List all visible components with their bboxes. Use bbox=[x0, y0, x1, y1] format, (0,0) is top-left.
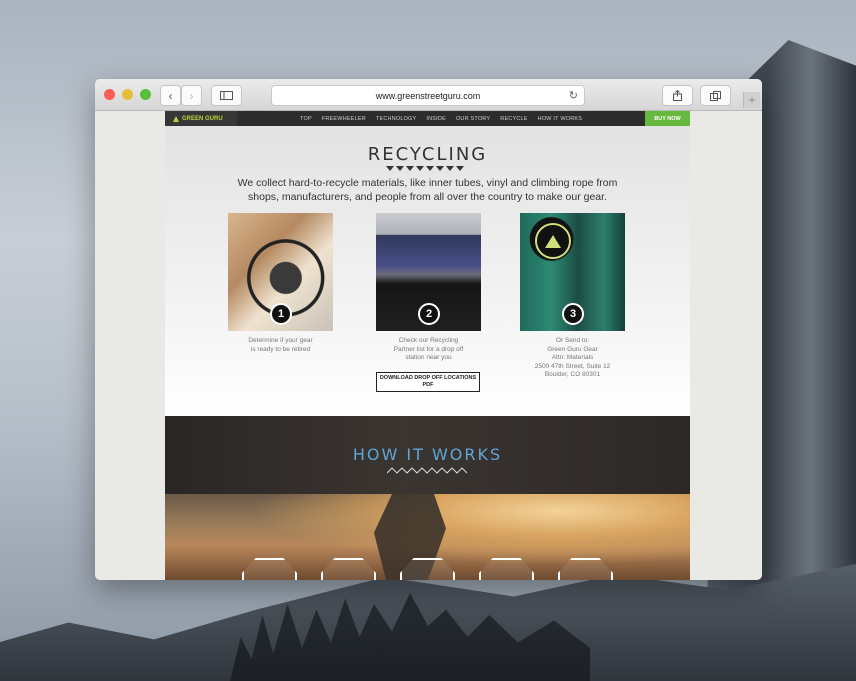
zigzag-divider-icon bbox=[387, 467, 468, 474]
sidebar-toggle-button[interactable] bbox=[211, 85, 242, 106]
step-text-line: Partner list for a drop off bbox=[393, 345, 464, 353]
nav-link-technology[interactable]: TECHNOLOGY bbox=[376, 116, 417, 122]
step-description: Determine if your gear is ready to be re… bbox=[228, 337, 333, 354]
chevron-right-icon: › bbox=[189, 88, 194, 103]
step-text-line: Or Send to: bbox=[555, 337, 590, 344]
hexagon-icon bbox=[242, 558, 297, 580]
how-it-works-section: HOW IT WORKS bbox=[165, 416, 690, 580]
triangle-icon bbox=[406, 166, 414, 171]
sidebar-icon bbox=[220, 91, 233, 100]
triangle-icon bbox=[436, 166, 444, 171]
tabs-overview-button[interactable] bbox=[700, 85, 731, 106]
new-tab-button[interactable]: + bbox=[743, 92, 760, 108]
tabs-icon bbox=[710, 90, 721, 101]
back-button[interactable]: ‹ bbox=[160, 85, 181, 106]
step-text-line: 2500 47th Street, Suite 12 bbox=[534, 362, 611, 370]
hexagon-icon bbox=[400, 558, 455, 580]
intro-line: shops, manufacturers, and people from al… bbox=[248, 190, 607, 203]
logo-triangle-icon bbox=[173, 115, 179, 122]
triangle-icon bbox=[416, 166, 424, 171]
address-bar[interactable]: www.greenstreetguru.com ↻ bbox=[271, 85, 585, 106]
nav-link-inside[interactable]: INSIDE bbox=[426, 116, 446, 122]
buy-now-button[interactable]: BUY NOW bbox=[645, 111, 690, 126]
nav-link-freewheeler[interactable]: FREEWHEELER bbox=[322, 116, 366, 122]
minimize-window-button[interactable] bbox=[122, 89, 133, 100]
nav-link-top[interactable]: TOP bbox=[300, 116, 312, 122]
step-text-line: Determine if your gear bbox=[248, 337, 313, 344]
step-number-badge: 3 bbox=[562, 303, 584, 325]
triangle-icon bbox=[386, 166, 394, 171]
storefront-photo: 3 bbox=[520, 213, 625, 331]
plus-icon: + bbox=[748, 93, 756, 107]
page-viewport: GREEN GURU TOP FREEWHEELER TECHNOLOGY IN… bbox=[165, 111, 690, 580]
how-it-works-header: HOW IT WORKS bbox=[165, 416, 690, 494]
forward-button[interactable]: › bbox=[181, 85, 202, 106]
step-text-line: is ready to be retired bbox=[250, 345, 311, 353]
green-guru-logo-icon bbox=[535, 223, 571, 259]
step-number-badge: 2 bbox=[418, 303, 440, 325]
triangle-icon bbox=[446, 166, 454, 171]
share-icon bbox=[673, 90, 682, 101]
step-text-line: station near you bbox=[405, 354, 452, 362]
zoom-window-button[interactable] bbox=[140, 89, 151, 100]
how-it-works-title: HOW IT WORKS bbox=[352, 445, 503, 464]
recycling-intro: We collect hard-to-recycle materials, li… bbox=[225, 177, 630, 204]
site-nav: GREEN GURU TOP FREEWHEELER TECHNOLOGY IN… bbox=[165, 111, 690, 126]
step-number-badge: 1 bbox=[270, 303, 292, 325]
step-card-2: 2 Check our Recycling Partner list for a… bbox=[376, 213, 486, 392]
intro-line: We collect hard-to-recycle materials, li… bbox=[237, 177, 618, 189]
triangle-icon bbox=[456, 166, 464, 171]
nav-link-recycle[interactable]: RECYCLE bbox=[500, 116, 527, 122]
step-description: Or Send to: Green Guru Gear Attn: Materi… bbox=[520, 337, 625, 380]
step-text-line: Green Guru Gear bbox=[547, 345, 598, 353]
hexagon-icon bbox=[558, 558, 613, 580]
recycling-section: RECYCLING We collect hard-to-recycle mat… bbox=[165, 126, 690, 416]
chevron-left-icon: ‹ bbox=[168, 88, 173, 103]
step-card-3: 3 Or Send to: Green Guru Gear Attn: Mate… bbox=[520, 213, 630, 380]
share-button[interactable] bbox=[662, 85, 693, 106]
triangle-divider bbox=[386, 166, 464, 171]
triangle-icon bbox=[426, 166, 434, 171]
step-description: Check our Recycling Partner list for a d… bbox=[376, 337, 481, 363]
recycling-title: RECYCLING bbox=[367, 144, 488, 165]
hex-icon-row bbox=[242, 558, 613, 580]
hexagon-icon bbox=[321, 558, 376, 580]
nav-link-our-story[interactable]: OUR STORY bbox=[456, 116, 490, 122]
site-logo[interactable]: GREEN GURU bbox=[165, 111, 237, 126]
inner-tubes-photo: 2 bbox=[376, 213, 481, 331]
step-card-1: 1 Determine if your gear is ready to be … bbox=[228, 213, 338, 354]
step-text-line: Check our Recycling bbox=[398, 337, 459, 344]
download-drop-off-pdf-button[interactable]: DOWNLOAD DROP OFF LOCATIONS PDF bbox=[376, 371, 480, 392]
step-text-line: Attn: Materials bbox=[551, 354, 594, 362]
bike-wheel-photo: 1 bbox=[228, 213, 333, 331]
hexagon-icon bbox=[479, 558, 534, 580]
browser-toolbar: ‹ › www.greenstreetguru.com ↻ + bbox=[95, 79, 762, 111]
close-window-button[interactable] bbox=[104, 89, 115, 100]
url-text: www.greenstreetguru.com bbox=[375, 90, 481, 101]
reload-icon[interactable]: ↻ bbox=[569, 89, 578, 102]
logo-text: GREEN GURU bbox=[182, 115, 223, 122]
step-text-line: Boulder, CO 80301 bbox=[544, 371, 601, 379]
nav-link-how-it-works[interactable]: HOW IT WORKS bbox=[538, 116, 582, 122]
triangle-icon bbox=[396, 166, 404, 171]
browser-window: ‹ › www.greenstreetguru.com ↻ + GREEN GU… bbox=[95, 79, 762, 580]
nav-links: TOP FREEWHEELER TECHNOLOGY INSIDE OUR ST… bbox=[300, 111, 582, 126]
